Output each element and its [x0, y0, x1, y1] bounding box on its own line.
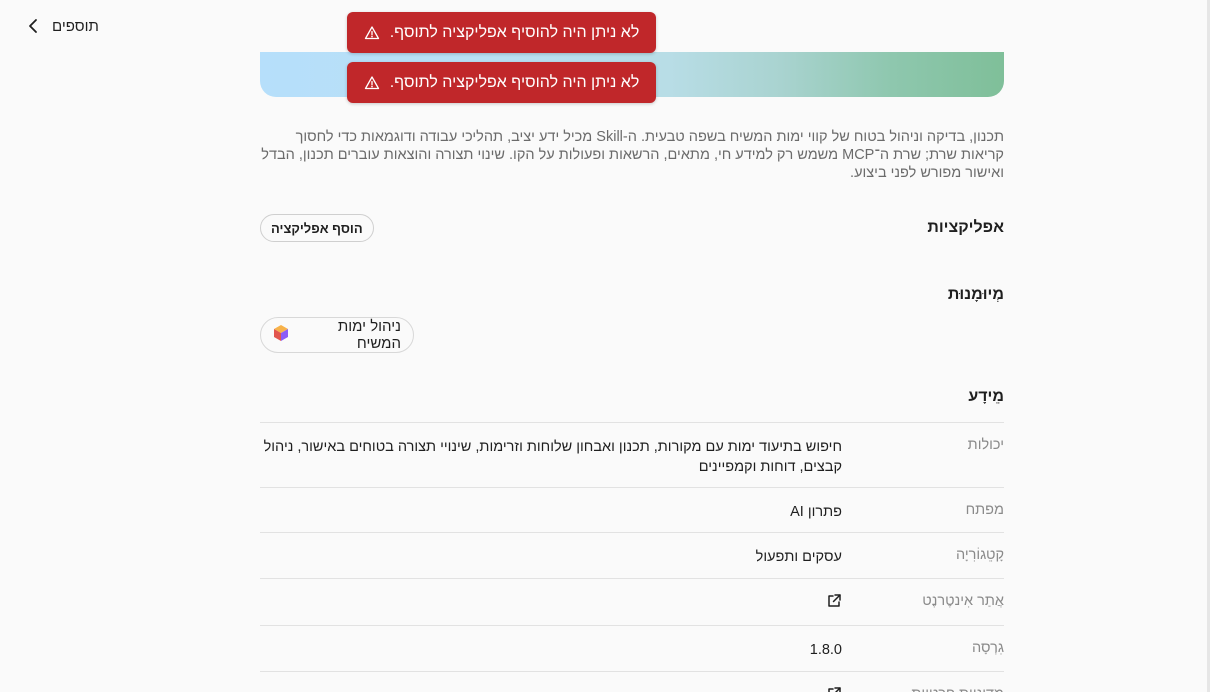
warning-icon [364, 25, 380, 41]
skill-chip[interactable]: ניהול ימות המשיח [260, 317, 414, 353]
info-value: חיפוש בתיעוד ימות עם מקורות, תכנון ואבחו… [263, 439, 842, 475]
info-table: יכולות חיפוש בתיעוד ימות עם מקורות, תכנו… [260, 422, 1004, 692]
apps-section-title: אפליקציות [927, 219, 1004, 236]
info-key: יכולות [967, 437, 1004, 453]
info-row: גִרְסָה 1.8.0 [260, 626, 1004, 672]
plugin-description: תכנון, בדיקה וניהול בטוח של קווי ימות המ… [261, 129, 1004, 181]
warning-icon [364, 75, 380, 91]
info-section-header: מֵידָע [260, 388, 1004, 406]
skills-section-title: מְיוּמָנוּת [947, 286, 1004, 303]
info-value [262, 672, 842, 692]
external-link-icon[interactable] [826, 593, 842, 609]
plugin-details-page: תוספים לא ניתן היה להוסיף אפליקציה לתוסף… [0, 0, 1210, 692]
info-value: פתרון AI [790, 504, 842, 520]
info-row: אֲתַר אִינטֶרנֶט [260, 579, 1004, 626]
error-toast: לא ניתן היה להוסיף אפליקציה לתוסף. [347, 12, 656, 53]
info-key: מדיניות פרטיות [842, 672, 1004, 692]
error-toast: לא ניתן היה להוסיף אפליקציה לתוסף. [347, 62, 656, 103]
info-value [262, 579, 842, 625]
apps-section-header: אפליקציות הוסף אפליקציה [260, 214, 1004, 242]
chevron-left-icon [26, 16, 40, 36]
info-key: גִרְסָה [971, 640, 1004, 656]
skill-chip-label: ניהול ימות המשיח [337, 318, 401, 352]
skill-cube-icon [273, 324, 289, 346]
toast-message: לא ניתן היה להוסיף אפליקציה לתוסף. [389, 73, 640, 91]
back-to-plugins-link[interactable]: תוספים [26, 16, 99, 36]
back-link-label: תוספים [52, 17, 99, 35]
info-key: קָטֵגוֹרִיָה [955, 547, 1004, 563]
info-key: מפתח [965, 502, 1004, 518]
info-row: יכולות חיפוש בתיעוד ימות עם מקורות, תכנו… [260, 423, 1004, 488]
info-row: מפתח פתרון AI [260, 488, 1004, 533]
skills-section-header: מְיוּמָנוּת [260, 286, 1004, 304]
toast-message: לא ניתן היה להוסיף אפליקציה לתוסף. [389, 23, 640, 41]
add-app-button[interactable]: הוסף אפליקציה [260, 214, 374, 242]
external-link-icon[interactable] [826, 686, 842, 692]
info-key: אֲתַר אִינטֶרנֶט [922, 593, 1004, 609]
info-value: 1.8.0 [809, 642, 842, 658]
info-row: מדיניות פרטיות [260, 672, 1004, 692]
info-section-title: מֵידָע [968, 388, 1004, 405]
info-row: קָטֵגוֹרִיָה עסקים ותפעול [260, 533, 1004, 579]
info-value: עסקים ותפעול [755, 549, 842, 565]
